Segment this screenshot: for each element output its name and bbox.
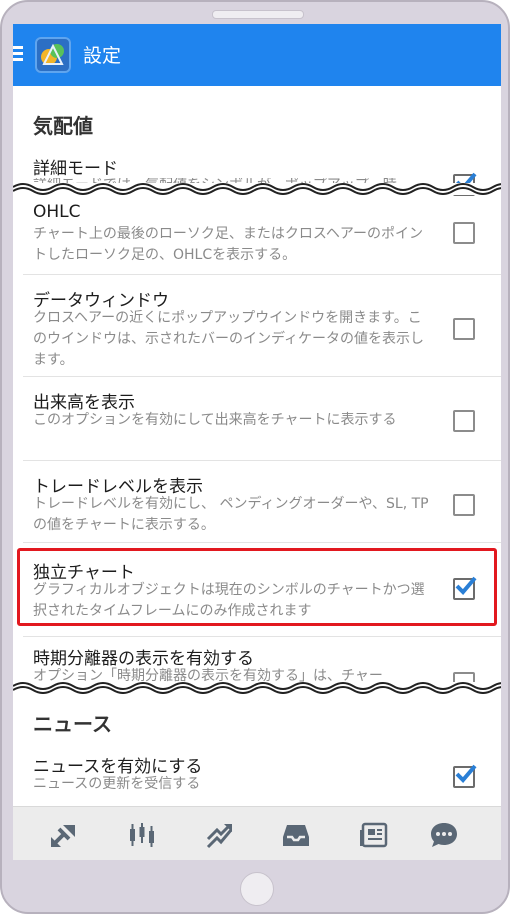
divider: [23, 636, 501, 637]
setting-description: クロスヘアーの近くにポップアップウインドウを開きます。このウインドウは、示された…: [33, 310, 425, 368]
divider: [23, 460, 501, 461]
setting-description: ニュースの更新を受信する: [33, 776, 201, 792]
setting-ohlc[interactable]: OHLC チャート上の最後のローソク足、またはクロスヘアーのポイントしたローソク…: [13, 202, 501, 282]
enable-news-checkbox[interactable]: [453, 764, 477, 788]
phone-frame: 設定 気配値 詳細モード 詳細モードでは、気配値をシンボルが、ポップアップ…時 …: [0, 0, 510, 914]
screen: 設定 気配値 詳細モード 詳細モードでは、気配値をシンボルが、ポップアップ…時 …: [13, 24, 501, 860]
setting-data-window[interactable]: データウィンドウ クロスヘアーの近くにポップアップウインドウを開きます。このウイ…: [13, 286, 501, 386]
section-header-news: ニュース: [33, 712, 112, 736]
torn-edge-divider: [13, 183, 501, 195]
trade-icon[interactable]: [205, 821, 235, 849]
torn-edge-divider: [13, 682, 501, 694]
page-title: 設定: [83, 45, 122, 67]
quotes-icon[interactable]: [49, 821, 79, 849]
setting-description: このオプションを有効にして出来高をチャートに表示する: [33, 412, 397, 428]
divider: [23, 542, 501, 543]
setting-enable-news[interactable]: ニュースを有効にする ニュースの更新を受信する: [13, 752, 501, 802]
app-bar: 設定: [13, 24, 501, 86]
chart-candles-icon[interactable]: [127, 821, 157, 849]
chat-icon[interactable]: [429, 821, 459, 849]
setting-trade-levels[interactable]: トレードレベルを表示 トレードレベルを有効にし、 ペンディングオーダーや、SL,…: [13, 472, 501, 552]
menu-icon[interactable]: [13, 46, 23, 62]
news-icon[interactable]: [359, 821, 389, 849]
setting-description: トレードレベルを有効にし、 ペンディングオーダーや、SL, TP の値をチャート…: [33, 496, 429, 533]
setting-show-volume[interactable]: 出来高を表示 このオプションを有効にして出来高をチャートに表示する: [13, 388, 501, 468]
ohlc-checkbox[interactable]: [453, 222, 475, 244]
setting-title: OHLC: [33, 202, 81, 222]
trade-levels-checkbox[interactable]: [453, 494, 475, 516]
data-window-checkbox[interactable]: [453, 318, 475, 340]
speaker-grille: [212, 10, 304, 19]
home-button[interactable]: [240, 872, 274, 906]
divider: [23, 274, 501, 275]
independent-chart-checkbox[interactable]: [453, 576, 477, 600]
bottom-navigation: [13, 806, 501, 860]
history-inbox-icon[interactable]: [281, 821, 311, 849]
setting-title: 詳細モード: [33, 159, 118, 179]
setting-description: グラフィカルオブジェクトは現在のシンボルのチャートかつ選択されたタイムフレームに…: [33, 582, 425, 619]
metatrader-logo[interactable]: [35, 37, 71, 73]
section-header-quotes: 気配値: [33, 114, 93, 138]
divider: [23, 376, 501, 377]
setting-description: チャート上の最後のローソク足、またはクロスヘアーのポイントしたローソク足の、OH…: [33, 226, 424, 263]
show-volume-checkbox[interactable]: [453, 410, 475, 432]
setting-independent-chart[interactable]: 独立チャート グラフィカルオブジェクトは現在のシンボルのチャートかつ選択されたタ…: [13, 558, 501, 622]
